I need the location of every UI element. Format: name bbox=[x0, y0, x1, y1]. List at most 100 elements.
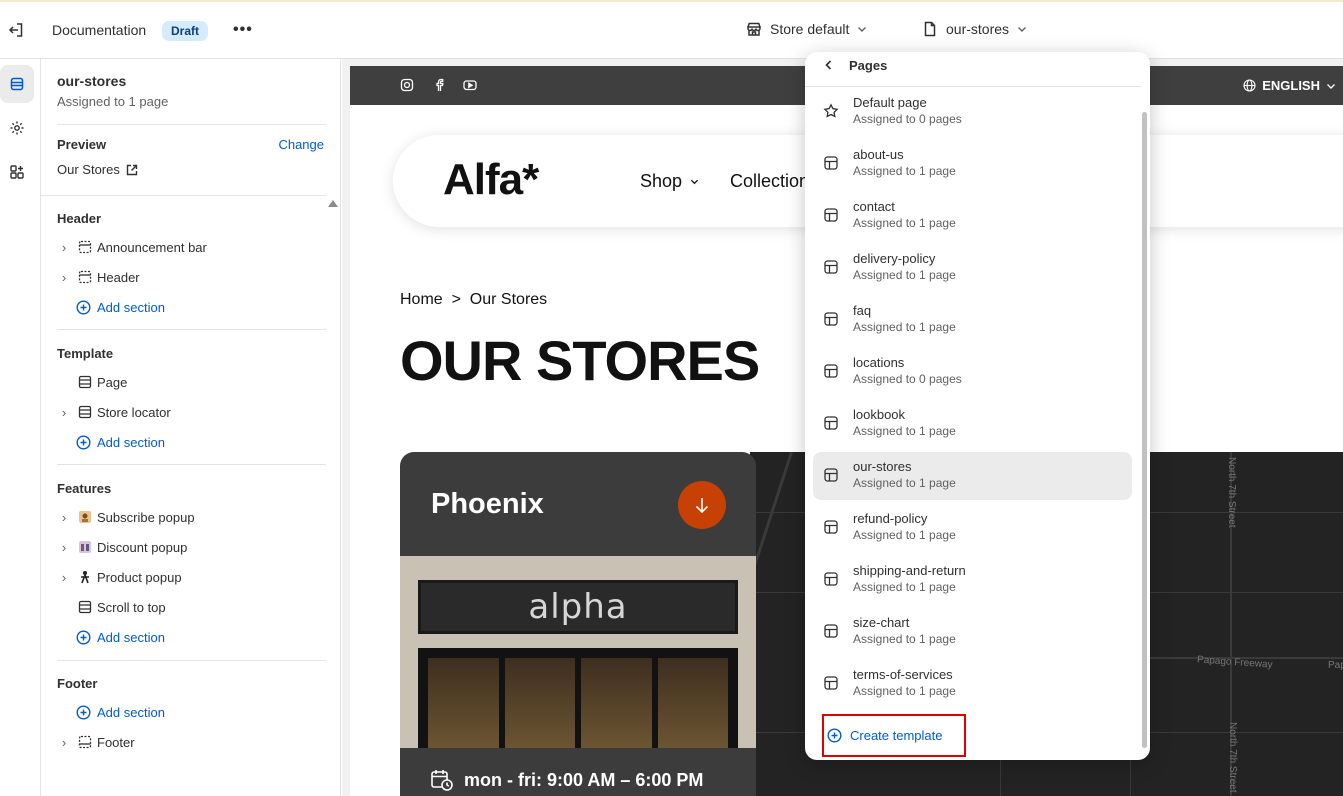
template-option-our-stores[interactable]: our-stores Assigned to 1 page bbox=[813, 452, 1132, 500]
section-header[interactable]: › Header bbox=[57, 266, 140, 288]
store-selector[interactable]: Store default bbox=[746, 21, 867, 37]
footer-group-title: Footer bbox=[57, 676, 98, 691]
youtube-icon[interactable] bbox=[463, 78, 477, 92]
divider bbox=[41, 195, 326, 196]
popup-thumbnail-icon bbox=[75, 570, 95, 584]
facebook-icon[interactable] bbox=[432, 78, 446, 92]
nav-collection[interactable]: Collection bbox=[730, 171, 809, 192]
template-option-locations[interactable]: locations Assigned to 0 pages bbox=[813, 348, 1132, 396]
apps-tab[interactable] bbox=[0, 153, 34, 191]
divider bbox=[57, 124, 326, 125]
nav-shop[interactable]: Shop bbox=[640, 171, 699, 192]
add-section-label: Add section bbox=[97, 629, 165, 645]
sections-tab[interactable] bbox=[0, 65, 34, 103]
divider bbox=[805, 86, 1141, 87]
layout-icon bbox=[823, 571, 839, 587]
layout-icon bbox=[823, 415, 839, 431]
template-option-size-chart[interactable]: size-chart Assigned to 1 page bbox=[813, 608, 1132, 656]
page-template-selector[interactable]: our-stores bbox=[922, 21, 1027, 37]
template-group-title: Template bbox=[57, 346, 114, 361]
add-section-label: Add section bbox=[97, 434, 165, 450]
chevron-right-icon[interactable]: › bbox=[57, 405, 71, 420]
preview-page-label: Our Stores bbox=[57, 162, 120, 177]
storefront-windows bbox=[418, 648, 738, 748]
chevron-right-icon[interactable]: › bbox=[57, 540, 71, 555]
popup-thumbnail-icon bbox=[75, 540, 95, 554]
section-layout-icon bbox=[75, 735, 95, 749]
chevron-right-icon[interactable]: › bbox=[57, 240, 71, 255]
page-selector-label: our-stores bbox=[946, 21, 1010, 37]
instagram-icon[interactable] bbox=[400, 78, 414, 92]
template-option-name: delivery-policy bbox=[853, 251, 936, 266]
nav-label: Shop bbox=[640, 171, 683, 191]
pages-dropdown: Pages Default page Assigned to 0 pages abo… bbox=[805, 52, 1150, 760]
template-option-assigned: Assigned to 1 page bbox=[853, 476, 956, 490]
section-store-locator[interactable]: › Store locator bbox=[57, 401, 171, 423]
section-label: Scroll to top bbox=[97, 599, 166, 615]
template-option-contact[interactable]: contact Assigned to 1 page bbox=[813, 192, 1132, 240]
change-preview-link[interactable]: Change bbox=[278, 137, 324, 152]
template-name: our-stores bbox=[57, 73, 127, 89]
template-option-assigned: Assigned to 0 pages bbox=[853, 372, 962, 386]
dropdown-scrollbar[interactable] bbox=[1142, 112, 1147, 748]
add-section-label: Add section bbox=[97, 704, 165, 720]
gear-icon bbox=[10, 121, 24, 135]
theme-settings-tab[interactable] bbox=[0, 109, 34, 147]
template-option-name: about-us bbox=[853, 147, 904, 162]
template-option-name: our-stores bbox=[853, 459, 912, 474]
section-layout-icon bbox=[75, 240, 95, 254]
store-city: Phoenix bbox=[431, 488, 544, 520]
section-label: Header bbox=[97, 269, 140, 285]
layout-icon bbox=[823, 519, 839, 535]
exit-icon[interactable] bbox=[7, 21, 25, 39]
template-option-assigned: Assigned to 1 page bbox=[853, 164, 956, 178]
plus-circle-icon bbox=[76, 629, 91, 645]
add-section-template[interactable]: Add section bbox=[76, 432, 165, 452]
create-template-button[interactable]: Create template bbox=[822, 714, 966, 757]
template-option-delivery-policy[interactable]: delivery-policy Assigned to 1 page bbox=[813, 244, 1132, 292]
add-section-header[interactable]: Add section bbox=[76, 297, 165, 317]
chevron-left-icon[interactable] bbox=[823, 59, 835, 71]
language-selector[interactable]: ENGLISH bbox=[1243, 78, 1336, 93]
store-expand-button[interactable] bbox=[678, 481, 726, 529]
chevron-right-icon[interactable]: › bbox=[57, 735, 71, 750]
template-option-terms-of-services[interactable]: terms-of-services Assigned to 1 page bbox=[813, 660, 1132, 708]
section-scroll-to-top[interactable]: Scroll to top bbox=[57, 596, 166, 618]
template-option-assigned: Assigned to 1 page bbox=[853, 320, 956, 334]
template-option-assigned: Assigned to 1 page bbox=[853, 580, 956, 594]
section-subscribe-popup[interactable]: › Subscribe popup bbox=[57, 506, 195, 528]
add-section-features[interactable]: Add section bbox=[76, 627, 165, 647]
site-logo[interactable]: Alfa* bbox=[443, 155, 539, 205]
section-layout-icon bbox=[75, 600, 95, 614]
section-layout-icon bbox=[75, 405, 95, 419]
chevron-right-icon[interactable]: › bbox=[57, 570, 71, 585]
section-discount-popup[interactable]: › Discount popup bbox=[57, 536, 188, 558]
chevron-down-icon bbox=[858, 27, 867, 32]
breadcrumb: Home > Our Stores bbox=[400, 291, 548, 308]
more-actions-button[interactable]: ••• bbox=[233, 20, 253, 40]
template-option-about-us[interactable]: about-us Assigned to 1 page bbox=[813, 140, 1132, 188]
template-option-name: lookbook bbox=[853, 407, 906, 422]
section-page[interactable]: Page bbox=[57, 371, 127, 393]
section-announcement-bar[interactable]: › Announcement bar bbox=[57, 236, 207, 258]
section-footer[interactable]: › Footer bbox=[57, 731, 135, 753]
external-link-icon[interactable] bbox=[126, 164, 138, 176]
sections-icon bbox=[10, 77, 24, 91]
section-product-popup[interactable]: › Product popup bbox=[57, 566, 182, 588]
preview-page[interactable]: Our Stores bbox=[57, 162, 138, 177]
chevron-right-icon[interactable]: › bbox=[57, 270, 71, 285]
template-option-refund-policy[interactable]: refund-policy Assigned to 1 page bbox=[813, 504, 1132, 552]
add-section-footer[interactable]: Add section bbox=[76, 702, 165, 722]
template-option-faq[interactable]: faq Assigned to 1 page bbox=[813, 296, 1132, 344]
template-option-default-page[interactable]: Default page Assigned to 0 pages bbox=[813, 88, 1132, 136]
template-option-lookbook[interactable]: lookbook Assigned to 1 page bbox=[813, 400, 1132, 448]
section-label: Discount popup bbox=[97, 539, 188, 555]
scroll-up-arrow[interactable] bbox=[328, 200, 338, 207]
store-hours: mon - fri: 9:00 AM – 6:00 PM bbox=[430, 768, 703, 792]
chevron-down-icon bbox=[1327, 83, 1335, 89]
chevron-right-icon[interactable]: › bbox=[57, 510, 71, 525]
store-card: Phoenix alpha mon - fri: 9:00 AM – 6:00 … bbox=[400, 452, 756, 796]
template-option-shipping-and-return[interactable]: shipping-and-return Assigned to 1 page bbox=[813, 556, 1132, 604]
template-option-assigned: Assigned to 1 page bbox=[853, 684, 956, 698]
page-icon bbox=[924, 21, 936, 37]
